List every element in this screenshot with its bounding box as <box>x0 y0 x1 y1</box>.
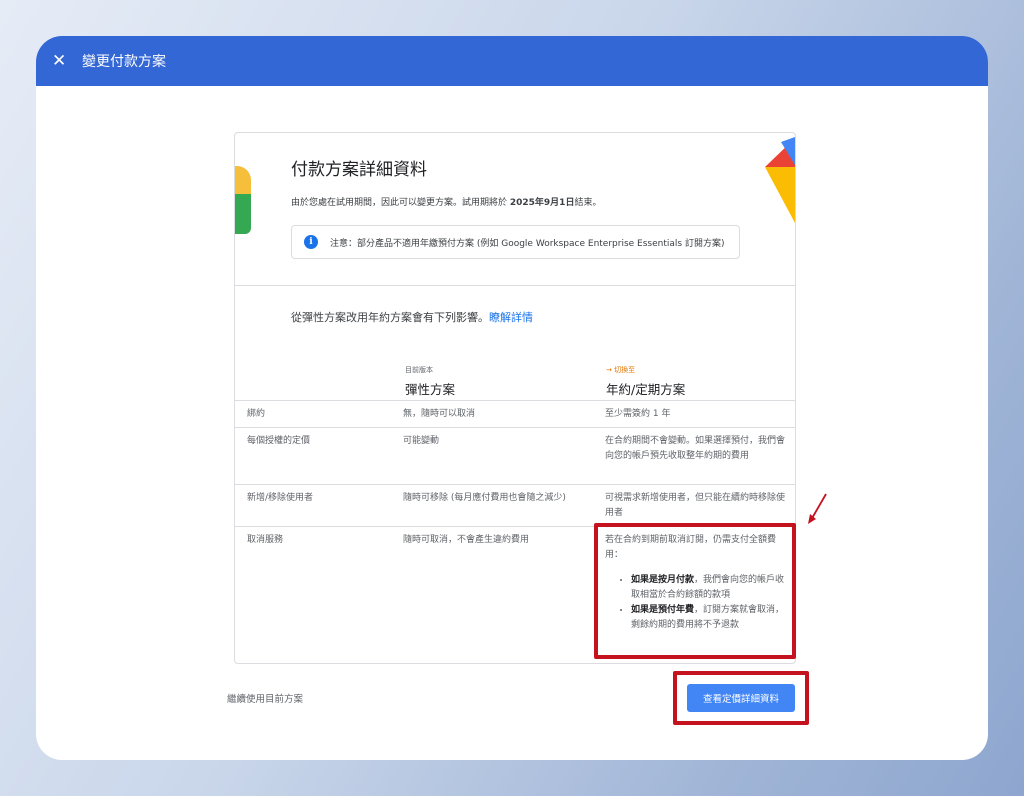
current-plan-name: 彈性方案 <box>405 382 456 397</box>
switch-to-label: → 切換至 <box>606 366 636 374</box>
table-row: 每個授權的定價 可能變動 在合約期間不會變動。如果選擇預付，我們會向您的帳戶預先… <box>235 427 795 484</box>
dialog-title: 變更付款方案 <box>82 54 166 70</box>
current-version-label: 目前版本 <box>405 366 433 374</box>
dialog-header: ✕ 變更付款方案 <box>36 36 988 86</box>
highlight-annotation-button <box>673 671 809 725</box>
row-current: 無，隨時可以取消 <box>403 409 476 419</box>
row-current: 可能變動 <box>403 436 440 446</box>
table-row: 新增/移除使用者 隨時可移除 (每月應付費用也會隨之減少) 可視需求新增使用者，… <box>235 484 795 526</box>
impact-text: 從彈性方案改用年約方案會有下列影響。瞭解詳情 <box>291 311 533 324</box>
table-row: 綁約 無，隨時可以取消 至少需簽約 1 年 <box>235 400 795 427</box>
row-target: 在合約期間不會變動。如果選擇預付，我們會向您的帳戶預先收取整年約期的費用 <box>605 436 786 461</box>
target-plan-name: 年約/定期方案 <box>606 382 686 397</box>
row-feature: 綁約 <box>247 409 266 419</box>
decorative-yellow-shape <box>235 166 251 194</box>
card-title: 付款方案詳細資料 <box>291 160 427 180</box>
trial-end-date: 2025年9月1日 <box>509 198 575 208</box>
decorative-logo-shapes <box>765 137 795 223</box>
keep-current-plan-link[interactable]: 繼續使用目前方案 <box>227 691 303 705</box>
row-feature: 新增/移除使用者 <box>247 493 314 503</box>
row-current: 隨時可取消，不會產生違約費用 <box>403 535 530 545</box>
notice-text: 注意：部分產品不適用年繳預付方案 (例如 Google Workspace En… <box>330 238 725 249</box>
row-target: 至少需簽約 1 年 <box>605 409 671 419</box>
close-icon[interactable]: ✕ <box>52 51 76 71</box>
row-target: 可視需求新增使用者，但只能在續約時移除使用者 <box>605 493 786 518</box>
row-feature: 每個授權的定價 <box>247 436 311 446</box>
info-icon: i <box>304 235 318 249</box>
trial-info: 由於您處在試用期間，因此可以變更方案。試用期將於 2025年9月1日結束。 <box>291 198 602 208</box>
row-feature: 取消服務 <box>247 535 284 545</box>
divider <box>235 285 795 286</box>
decorative-green-shape <box>235 194 251 234</box>
notice-box: i 注意：部分產品不適用年繳預付方案 (例如 Google Workspace … <box>291 225 740 259</box>
highlight-annotation-box <box>594 523 796 659</box>
row-current: 隨時可移除 (每月應付費用也會隨之減少) <box>403 493 566 503</box>
annotation-arrow-icon <box>808 493 827 524</box>
learn-more-link[interactable]: 瞭解詳情 <box>489 311 533 324</box>
